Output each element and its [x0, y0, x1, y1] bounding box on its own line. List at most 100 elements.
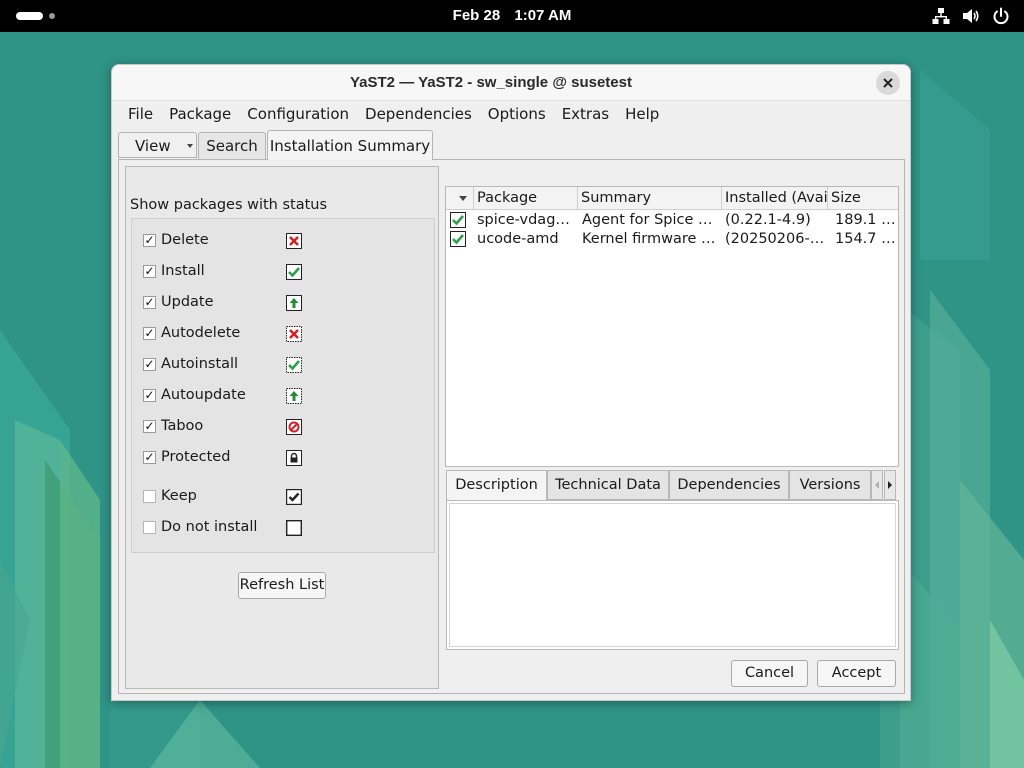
status-row-update[interactable]: ✓ Update — [132, 292, 432, 314]
column-header-package[interactable]: Package — [474, 187, 578, 210]
column-header-size[interactable]: Size — [828, 187, 898, 210]
package-table-header: Package Summary Installed (Availa Size — [446, 187, 898, 210]
tab-scroll-left-button[interactable] — [871, 470, 883, 500]
status-row-taboo[interactable]: ✓ Taboo — [132, 416, 432, 438]
tab-dependencies[interactable]: Dependencies — [669, 470, 789, 500]
tab-content: Show packages with status ✓ Delete ✓ Ins… — [118, 159, 905, 694]
status-row-do-not-install[interactable]: Do not install — [132, 517, 432, 539]
view-dropdown-button[interactable]: View — [118, 132, 197, 158]
window-title: YaST2 — YaST2 - sw_single @ susetest — [350, 74, 632, 91]
do-not-install-status-icon — [286, 520, 302, 536]
keep-status-icon — [286, 489, 302, 505]
package-installed-version: (0.22.1-4.9) — [725, 212, 811, 228]
tab-technical-data[interactable]: Technical Data — [547, 470, 669, 500]
package-summary: Agent for Spice gu… — [582, 212, 720, 228]
tab-scroll-right-button[interactable] — [884, 470, 896, 500]
autodelete-checkbox[interactable]: ✓ — [143, 327, 156, 340]
status-row-autodelete[interactable]: ✓ Autodelete — [132, 323, 432, 345]
table-row[interactable]: ucode-amd Kernel firmware fi… (20250206-… — [446, 230, 898, 249]
delete-label: Delete — [161, 232, 209, 248]
cancel-button[interactable]: Cancel — [731, 660, 808, 687]
taboo-checkbox[interactable]: ✓ — [143, 420, 156, 433]
accept-button[interactable]: Accept — [817, 660, 896, 687]
protected-label: Protected — [161, 449, 231, 465]
view-label: View — [135, 137, 171, 155]
autoinstall-label: Autoinstall — [161, 356, 239, 372]
time-label: 1:07 AM — [514, 7, 572, 24]
status-row-keep[interactable]: Keep — [132, 486, 432, 508]
update-status-icon — [286, 295, 302, 311]
package-name: ucode-amd — [477, 231, 559, 247]
status-column-header[interactable] — [446, 187, 474, 210]
protected-status-icon — [286, 450, 302, 466]
keep-label: Keep — [161, 488, 197, 504]
top-bar: Feb 28 1:07 AM — [0, 0, 1024, 32]
install-checkbox[interactable]: ✓ — [143, 265, 156, 278]
tab-versions[interactable]: Versions — [789, 470, 871, 500]
column-header-summary[interactable]: Summary — [578, 187, 722, 210]
status-filter-panel: Show packages with status ✓ Delete ✓ Ins… — [125, 166, 439, 689]
tab-installation-summary[interactable]: Installation Summary — [267, 130, 433, 160]
install-status-icon[interactable] — [450, 212, 466, 228]
status-row-install[interactable]: ✓ Install — [132, 261, 432, 283]
tab-search[interactable]: Search — [198, 132, 266, 159]
protected-checkbox[interactable]: ✓ — [143, 451, 156, 464]
package-size: 154.7 KiB — [835, 231, 897, 247]
menu-options[interactable]: Options — [480, 102, 554, 128]
system-tray[interactable] — [932, 7, 1010, 25]
status-row-autoupdate[interactable]: ✓ Autoupdate — [132, 385, 432, 407]
install-status-icon — [286, 264, 302, 280]
install-label: Install — [161, 263, 205, 279]
column-header-installed[interactable]: Installed (Availa — [722, 187, 828, 210]
volume-icon[interactable] — [962, 7, 980, 25]
description-text-area[interactable] — [449, 503, 896, 647]
keep-checkbox[interactable] — [143, 490, 156, 503]
menu-help[interactable]: Help — [617, 102, 667, 128]
menu-package[interactable]: Package — [161, 102, 239, 128]
delete-status-icon — [286, 233, 302, 249]
status-row-autoinstall[interactable]: ✓ Autoinstall — [132, 354, 432, 376]
package-summary: Kernel firmware fi… — [582, 231, 720, 247]
do-not-install-checkbox[interactable] — [143, 521, 156, 534]
clock[interactable]: Feb 28 1:07 AM — [0, 7, 1024, 24]
install-status-icon[interactable] — [450, 231, 466, 247]
menu-extras[interactable]: Extras — [554, 102, 617, 128]
package-name: spice-vdagent — [477, 212, 577, 228]
date-label: Feb 28 — [452, 7, 501, 24]
yast-window: YaST2 — YaST2 - sw_single @ susetest Fil… — [111, 64, 911, 701]
refresh-list-button[interactable]: Refresh List — [238, 572, 326, 599]
taboo-status-icon — [286, 419, 302, 435]
power-icon[interactable] — [992, 7, 1010, 25]
close-icon — [883, 78, 893, 88]
status-filter-heading: Show packages with status — [130, 197, 328, 213]
title-bar[interactable]: YaST2 — YaST2 - sw_single @ susetest — [112, 65, 910, 101]
description-pane — [446, 500, 899, 650]
taboo-label: Taboo — [161, 418, 204, 434]
delete-checkbox[interactable]: ✓ — [143, 234, 156, 247]
chevron-down-icon — [187, 144, 193, 148]
autoupdate-status-icon — [286, 388, 302, 404]
menu-bar: File Package Configuration Dependencies … — [120, 102, 667, 128]
chevron-right-icon — [888, 481, 892, 489]
table-row[interactable]: spice-vdagent Agent for Spice gu… (0.22.… — [446, 211, 898, 230]
autoupdate-checkbox[interactable]: ✓ — [143, 389, 156, 402]
autoinstall-checkbox[interactable]: ✓ — [143, 358, 156, 371]
network-icon[interactable] — [932, 7, 950, 25]
package-table: Package Summary Installed (Availa Size s… — [445, 186, 899, 467]
do-not-install-label: Do not install — [161, 519, 258, 535]
menu-configuration[interactable]: Configuration — [239, 102, 357, 128]
menu-dependencies[interactable]: Dependencies — [357, 102, 480, 128]
update-checkbox[interactable]: ✓ — [143, 296, 156, 309]
chevron-left-icon — [875, 481, 879, 489]
autodelete-label: Autodelete — [161, 325, 241, 341]
status-filter-list: ✓ Delete ✓ Install ✓ Update ✓ Autodelete… — [131, 218, 435, 553]
tab-description[interactable]: Description — [446, 470, 547, 500]
menu-file[interactable]: File — [120, 102, 161, 128]
close-button[interactable] — [876, 71, 900, 95]
package-size: 189.1 KiB — [835, 212, 897, 228]
status-row-protected[interactable]: ✓ Protected — [132, 447, 432, 469]
autoinstall-status-icon — [286, 357, 302, 373]
status-row-delete[interactable]: ✓ Delete — [132, 230, 432, 252]
autodelete-status-icon — [286, 326, 302, 342]
sort-down-icon — [459, 196, 467, 201]
